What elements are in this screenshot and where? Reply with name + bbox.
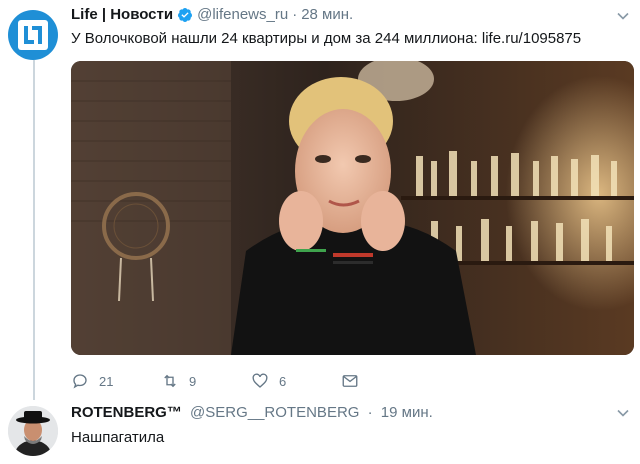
- tweet-text: Нашпагатила: [71, 429, 165, 446]
- like-count: 6: [279, 373, 287, 389]
- author-name[interactable]: ROTENBERG™: [71, 404, 182, 421]
- direct-message-button[interactable]: [341, 372, 369, 390]
- thread-connector-line: [33, 60, 35, 400]
- retweet-count: 9: [189, 373, 197, 389]
- author-handle[interactable]: @SERG__ROTENBERG: [190, 404, 359, 421]
- separator-dot: ·: [367, 404, 373, 421]
- like-button[interactable]: 6: [251, 372, 286, 390]
- verified-badge-icon: [178, 7, 193, 22]
- tweet-header: ROTENBERG™ @SERG__ROTENBERG · 19 мин.: [71, 404, 433, 421]
- tweet-photo[interactable]: [71, 61, 634, 355]
- separator-dot: ·: [292, 6, 298, 23]
- reply-count: 21: [99, 373, 114, 389]
- tweet-text: У Волочковой нашли 24 квартиры и дом за …: [71, 30, 582, 47]
- tweet-time[interactable]: 28 мин.: [301, 6, 353, 23]
- chevron-down-icon[interactable]: [616, 9, 630, 23]
- tweet-time[interactable]: 19 мин.: [381, 404, 433, 421]
- chevron-down-icon[interactable]: [616, 406, 630, 420]
- author-name[interactable]: Life | Новости: [71, 6, 173, 23]
- reply-button[interactable]: 21: [71, 372, 113, 390]
- rotenberg-avatar[interactable]: [8, 406, 58, 456]
- tweet-actions: 21 9 6: [71, 372, 371, 392]
- reply-icon: [73, 374, 87, 389]
- tweet-header: Life | Новости @lifenews_ru · 28 мин.: [71, 6, 353, 23]
- heart-icon: [252, 373, 268, 388]
- life-logo-icon: [18, 20, 48, 50]
- retweet-button[interactable]: 9: [161, 372, 196, 390]
- author-handle[interactable]: @lifenews_ru: [197, 6, 288, 23]
- tweet-actions-cutoff: [71, 458, 271, 464]
- lifenews-avatar[interactable]: [8, 10, 58, 60]
- photo-illustration: [71, 61, 634, 355]
- envelope-icon: [342, 375, 358, 387]
- avatar-illustration: [8, 406, 58, 456]
- retweet-icon: [164, 374, 176, 388]
